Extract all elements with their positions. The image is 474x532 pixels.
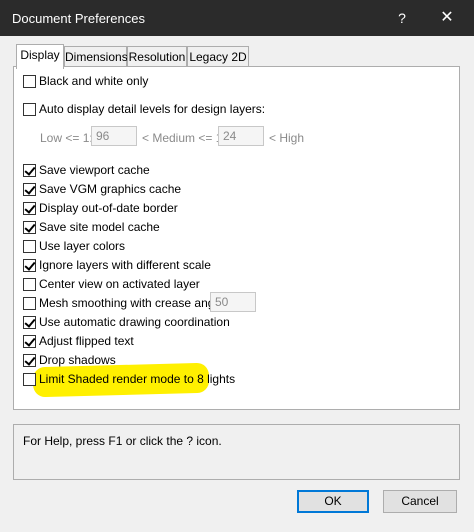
out-of-date-checkbox[interactable] [23, 201, 36, 215]
save-vgm-checkbox[interactable] [23, 182, 36, 196]
low-value-field[interactable]: 96 [91, 126, 137, 146]
out-of-date-label: Display out-of-date border [39, 201, 178, 215]
black-white-label: Black and white only [39, 74, 149, 88]
save-viewport-option[interactable]: Save viewport cache [23, 162, 150, 178]
save-vgm-option[interactable]: Save VGM graphics cache [23, 181, 181, 197]
ok-button[interactable]: OK [297, 490, 369, 513]
site-model-checkbox[interactable] [23, 220, 36, 234]
mesh-smoothing-option[interactable]: Mesh smoothing with crease angle: [23, 295, 227, 311]
center-view-label: Center view on activated layer [39, 277, 200, 291]
center-view-option[interactable]: Center view on activated layer [23, 276, 200, 292]
auto-detail-checkbox[interactable] [23, 102, 36, 116]
drop-shadows-checkbox[interactable] [23, 353, 36, 367]
layer-colors-checkbox[interactable] [23, 239, 36, 253]
close-icon[interactable]: ✕ [424, 4, 470, 32]
limit-shaded-checkbox[interactable] [23, 372, 36, 386]
out-of-date-option[interactable]: Display out-of-date border [23, 200, 178, 216]
auto-detail-label: Auto display detail levels for design la… [39, 102, 266, 116]
high-label: < High [269, 131, 305, 145]
auto-coord-checkbox[interactable] [23, 315, 36, 329]
limit-shaded-option[interactable]: Limit Shaded render mode to 8 lights [23, 371, 235, 387]
tab-dimensions[interactable]: Dimensions [64, 46, 128, 67]
mesh-smoothing-label: Mesh smoothing with crease angle: [39, 296, 228, 310]
help-box: For Help, press F1 or click the ? icon. [13, 424, 460, 480]
window-title: Document Preferences [12, 11, 145, 26]
layer-colors-option[interactable]: Use layer colors [23, 238, 125, 254]
limit-shaded-label: Limit Shaded render mode to 8 lights [39, 372, 236, 386]
auto-detail-option[interactable]: Auto display detail levels for design la… [23, 101, 265, 117]
drop-shadows-option[interactable]: Drop shadows [23, 352, 116, 368]
cancel-button[interactable]: Cancel [383, 490, 457, 513]
black-white-option[interactable]: Black and white only [23, 73, 148, 89]
help-icon[interactable]: ? [392, 7, 412, 29]
center-view-checkbox[interactable] [23, 277, 36, 291]
adjust-text-option[interactable]: Adjust flipped text [23, 333, 134, 349]
auto-coord-label: Use automatic drawing coordination [39, 315, 230, 329]
layer-colors-label: Use layer colors [39, 239, 126, 253]
mesh-smoothing-checkbox[interactable] [23, 296, 36, 310]
save-viewport-label: Save viewport cache [39, 163, 150, 177]
display-panel: Black and white only Auto display detail… [13, 66, 460, 410]
adjust-text-label: Adjust flipped text [39, 334, 134, 348]
tab-display[interactable]: Display [16, 44, 64, 69]
save-vgm-label: Save VGM graphics cache [39, 182, 182, 196]
save-viewport-checkbox[interactable] [23, 163, 36, 177]
drop-shadows-label: Drop shadows [39, 353, 116, 367]
medium-value-field[interactable]: 24 [218, 126, 264, 146]
ignore-scale-option[interactable]: Ignore layers with different scale [23, 257, 211, 273]
adjust-text-checkbox[interactable] [23, 334, 36, 348]
black-white-checkbox[interactable] [23, 74, 36, 88]
ignore-scale-label: Ignore layers with different scale [39, 258, 211, 272]
medium-label: < Medium <= 1: [142, 131, 226, 145]
tab-resolution[interactable]: Resolution [127, 46, 187, 67]
auto-coord-option[interactable]: Use automatic drawing coordination [23, 314, 230, 330]
tab-legacy-2d[interactable]: Legacy 2D [187, 46, 249, 67]
help-text: For Help, press F1 or click the ? icon. [23, 434, 222, 448]
site-model-option[interactable]: Save site model cache [23, 219, 160, 235]
crease-angle-field[interactable]: 50 [210, 292, 256, 312]
low-label: Low <= 1: [40, 131, 93, 145]
site-model-label: Save site model cache [39, 220, 160, 234]
title-bar: Document Preferences ? ✕ [0, 0, 474, 36]
ignore-scale-checkbox[interactable] [23, 258, 36, 272]
